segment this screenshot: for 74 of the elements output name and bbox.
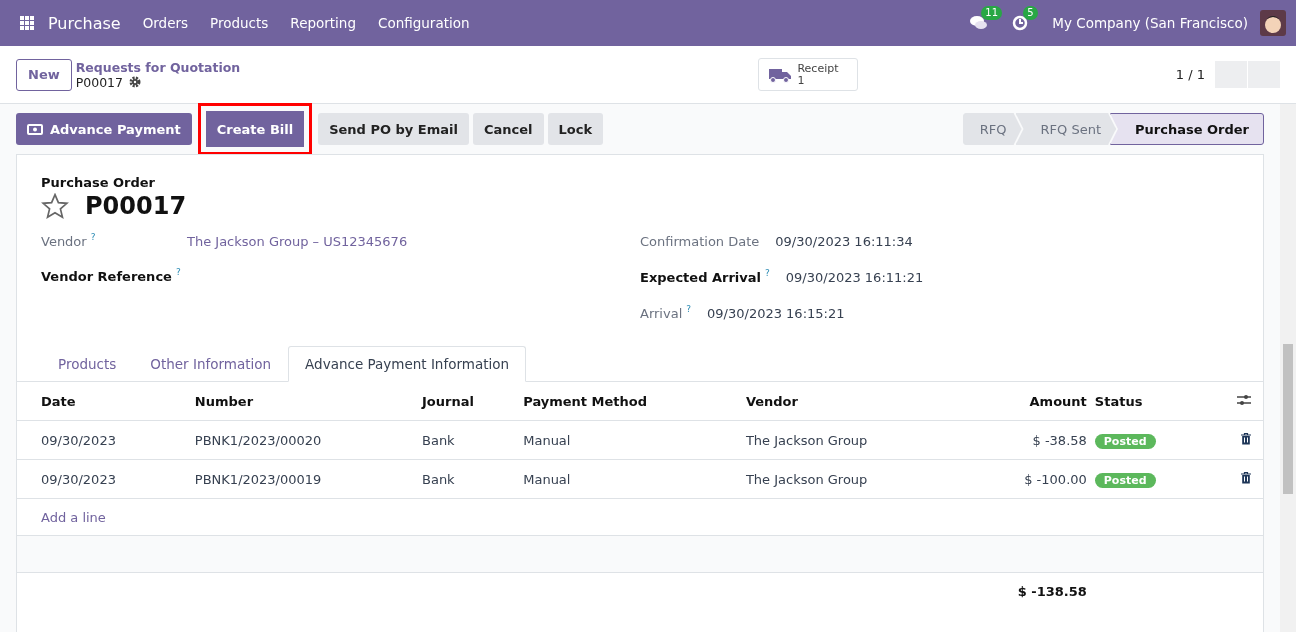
gear-icon[interactable] xyxy=(129,76,142,88)
column-header[interactable]: Amount xyxy=(960,382,1091,421)
pager-value: 1 / 1 xyxy=(1175,67,1205,82)
notebook-tab[interactable]: Products xyxy=(41,346,134,382)
notebook-tab[interactable]: Other Information xyxy=(133,346,289,382)
help-mark[interactable]: ? xyxy=(765,268,770,278)
status-stage[interactable]: Purchase Order xyxy=(1110,113,1264,145)
field-label: Vendor Reference xyxy=(41,269,172,284)
company-switcher[interactable]: My Company (San Francisco) xyxy=(1052,15,1248,31)
notebook-tab[interactable]: Advance Payment Information xyxy=(288,346,527,382)
record-title: P00017 xyxy=(85,192,187,220)
action-button[interactable]: Cancel xyxy=(472,113,544,145)
trash-icon[interactable] xyxy=(1241,471,1251,484)
table-cell: 09/30/2023 xyxy=(17,459,191,499)
menu-item[interactable]: Products xyxy=(210,15,269,31)
column-header[interactable]: Status xyxy=(1090,382,1207,421)
table-cell: $ -38.58 xyxy=(960,420,1091,460)
help-mark[interactable]: ? xyxy=(686,304,692,314)
action-button[interactable]: Lock xyxy=(547,113,604,145)
vendor-link[interactable]: The Jackson Group – US12345676 xyxy=(187,234,640,249)
total-amount: $ -138.58 xyxy=(960,572,1091,599)
menu-item[interactable]: Orders xyxy=(142,15,189,31)
table-cell: The Jackson Group xyxy=(741,459,961,499)
help-mark[interactable]: ? xyxy=(175,267,181,277)
action-button[interactable]: Send PO by Email xyxy=(318,113,469,145)
money-icon xyxy=(27,123,43,135)
help-mark[interactable]: ? xyxy=(90,232,96,242)
status-stage[interactable]: RFQ xyxy=(962,113,1022,145)
form-subtitle: Purchase Order xyxy=(41,175,155,190)
clock-icon[interactable] xyxy=(1012,15,1029,31)
record-name: P00017 xyxy=(75,74,124,90)
column-header[interactable]: Number xyxy=(190,382,418,421)
breadcrumb-link[interactable]: Requests for Quotation xyxy=(75,59,241,75)
status-badge: Posted xyxy=(1094,472,1156,488)
column-header[interactable]: Journal xyxy=(418,382,520,421)
apps-menu-icon[interactable] xyxy=(20,16,34,30)
status-stage[interactable]: RFQ Sent xyxy=(1015,113,1116,145)
field-label: Confirmation Date xyxy=(640,234,760,249)
column-header[interactable]: Vendor xyxy=(741,382,961,421)
date-value[interactable]: 09/30/2023 16:15:21 xyxy=(707,306,845,321)
table-cell: PBNK1/2023/00020 xyxy=(190,420,418,460)
column-header[interactable]: Date xyxy=(17,382,191,421)
chat-icon[interactable] xyxy=(970,15,989,31)
trash-icon[interactable] xyxy=(1241,432,1251,445)
table-cell: Manual xyxy=(519,420,742,460)
table-cell: PBNK1/2023/00019 xyxy=(190,459,418,499)
table-cell: 09/30/2023 xyxy=(17,420,191,460)
table-cell: Bank xyxy=(418,459,520,499)
app-name[interactable]: Purchase xyxy=(48,13,121,33)
truck-icon xyxy=(769,66,792,83)
star-icon[interactable] xyxy=(41,193,69,219)
table-cell: $ -100.00 xyxy=(960,459,1091,499)
table-cell: The Jackson Group xyxy=(741,420,961,460)
date-value[interactable]: 09/30/2023 16:11:34 xyxy=(775,234,913,249)
avatar-icon[interactable] xyxy=(1260,10,1286,36)
new-button[interactable]: New xyxy=(16,58,72,91)
scrollbar[interactable] xyxy=(1280,104,1296,632)
field-label: Expected Arrival xyxy=(640,270,761,285)
action-button[interactable]: Create Bill xyxy=(197,103,313,155)
table-cell: Manual xyxy=(519,459,742,499)
status-badge: Posted xyxy=(1094,433,1156,449)
sliders-icon[interactable] xyxy=(1237,393,1251,406)
menu-item[interactable]: Reporting xyxy=(290,15,356,31)
activities-count: 5 xyxy=(1023,6,1038,20)
table-cell: Bank xyxy=(418,420,520,460)
menu-item[interactable]: Configuration xyxy=(378,15,470,31)
messages-count: 11 xyxy=(981,6,1002,20)
receipt-smart-button[interactable]: Receipt 1 xyxy=(758,58,858,91)
column-header[interactable]: Payment Method xyxy=(519,382,742,421)
date-value[interactable]: 09/30/2023 16:11:21 xyxy=(785,270,924,285)
field-label: Arrival xyxy=(640,306,683,321)
action-button[interactable]: Advance Payment xyxy=(16,113,192,145)
add-line-link[interactable]: Add a line xyxy=(41,509,106,525)
field-label: Vendor xyxy=(41,234,87,249)
